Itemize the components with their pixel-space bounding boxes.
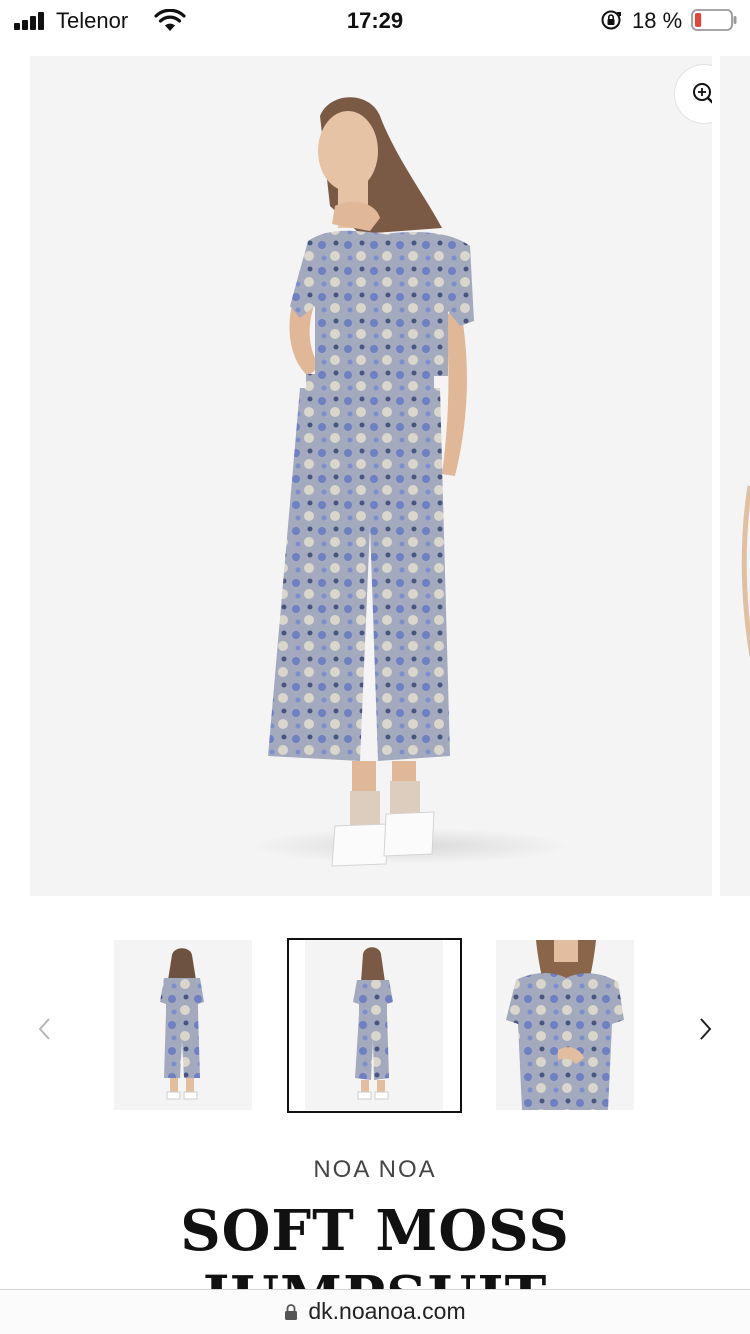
selected-thumbnail-frame <box>287 938 462 1113</box>
thumbnail-carousel <box>0 930 750 1120</box>
model-back-view-illustration <box>250 97 570 867</box>
product-brand[interactable]: NOA NOA <box>0 1156 750 1184</box>
browser-url-bar[interactable]: dk.noanoa.com <box>0 1289 750 1334</box>
next-image-edge <box>741 485 750 657</box>
next-image-peek[interactable] <box>720 56 750 896</box>
battery-icon <box>691 9 737 31</box>
thumbnail-closeup[interactable] <box>496 940 634 1110</box>
padlock-icon <box>285 1304 298 1320</box>
chevron-right-icon[interactable] <box>694 1016 716 1042</box>
thumbnail-front-view[interactable] <box>114 940 252 1110</box>
zoom-in-icon <box>693 83 712 104</box>
battery-percentage: 18 % <box>632 8 683 33</box>
thumbnail-front-illustration <box>160 948 204 1100</box>
chevron-left-icon[interactable] <box>34 1016 56 1042</box>
product-gallery[interactable] <box>0 56 750 896</box>
url-text: dk.noanoa.com <box>308 1298 466 1324</box>
status-bar: Telenor 17:29 18 % <box>0 0 750 42</box>
thumbnail-closeup-illustration <box>506 940 624 1110</box>
url-container[interactable]: dk.noanoa.com <box>0 1298 750 1325</box>
rotation-lock-icon <box>601 10 621 30</box>
product-main-image[interactable] <box>30 56 712 896</box>
